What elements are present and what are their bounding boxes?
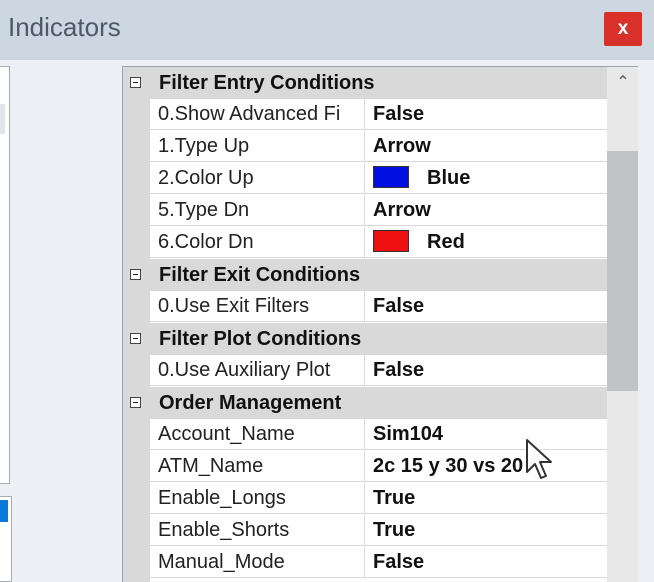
property-name: Enable_Longs — [150, 483, 365, 514]
property-grid: Filter Entry Conditions 0.Show Advanced … — [122, 66, 638, 582]
minus-box-icon[interactable] — [130, 333, 141, 344]
property-value[interactable]: Sim104 — [365, 419, 607, 450]
property-name: ATM_Name — [150, 451, 365, 482]
property-value[interactable]: False — [365, 291, 607, 322]
property-name: 0.Use Exit Filters — [150, 291, 365, 322]
property-value-text: 2c 15 y 30 vs 20 — [373, 455, 524, 477]
property-value-text: False — [373, 551, 425, 573]
property-value[interactable]: Red — [365, 227, 607, 258]
property-row[interactable]: 0.Use Auxiliary Plot False — [123, 355, 607, 387]
indicator-list-item[interactable] — [0, 104, 5, 134]
property-value[interactable]: 2c 15 y 30 vs 20 — [365, 451, 607, 482]
property-value-text: Arrow — [373, 135, 431, 157]
property-value[interactable]: False — [365, 355, 607, 386]
category-order-management[interactable]: Order Management — [123, 387, 607, 419]
property-value-text: False — [373, 103, 425, 125]
scrollbar-thumb[interactable] — [607, 151, 638, 391]
property-value[interactable]: True — [365, 483, 607, 514]
category-label: Order Management — [159, 392, 342, 414]
property-value-text: Blue — [427, 167, 471, 189]
applied-indicator-selected[interactable] — [0, 500, 8, 522]
category-filter-entry-conditions[interactable]: Filter Entry Conditions — [123, 67, 607, 99]
vertical-scrollbar[interactable]: ⌃ — [607, 67, 638, 582]
property-row[interactable]: 0.Show Advanced Fi False — [123, 99, 607, 131]
mouse-pointer-icon — [526, 439, 552, 479]
property-row[interactable]: 5.Type Dn Arrow — [123, 195, 607, 227]
property-name: 2.Color Up — [150, 163, 365, 194]
property-name: Enable_Shorts — [150, 515, 365, 546]
property-value-text: False — [373, 295, 425, 317]
property-name: 0.Show Advanced Fi — [150, 99, 365, 130]
window-title: Indicators — [8, 12, 121, 42]
title-bar: Indicators x — [0, 0, 654, 60]
property-value[interactable]: False — [365, 99, 607, 130]
close-icon: x — [617, 18, 629, 39]
property-value-text: Arrow — [373, 199, 431, 221]
property-value[interactable]: Arrow — [365, 131, 607, 162]
close-button[interactable]: x — [604, 12, 642, 46]
color-swatch — [373, 166, 409, 189]
property-value[interactable]: False — [365, 547, 607, 578]
property-value-text: Red — [427, 231, 465, 253]
category-label: Filter Entry Conditions — [159, 72, 375, 94]
property-row[interactable]: Enable_Longs True — [123, 483, 607, 515]
property-row[interactable]: 0.Use Exit Filters False — [123, 291, 607, 323]
chevron-up-icon[interactable]: ⌃ — [607, 67, 638, 99]
property-value-text: True — [373, 487, 416, 509]
color-swatch — [373, 230, 409, 253]
minus-box-icon[interactable] — [130, 397, 141, 408]
property-value-text: True — [373, 519, 416, 541]
category-label: Filter Plot Conditions — [159, 328, 362, 350]
property-value[interactable]: Blue — [365, 163, 607, 194]
category-filter-exit-conditions[interactable]: Filter Exit Conditions — [123, 259, 607, 291]
property-value-text: Sim104 — [373, 423, 444, 445]
property-row[interactable]: 2.Color Up Blue — [123, 163, 607, 195]
property-name: 5.Type Dn — [150, 195, 365, 226]
property-value[interactable]: Arrow — [365, 195, 607, 226]
category-filter-plot-conditions[interactable]: Filter Plot Conditions — [123, 323, 607, 355]
property-row[interactable]: Enable_Shorts True — [123, 515, 607, 547]
property-name: 6.Color Dn — [150, 227, 365, 258]
property-name: Manual_Mode — [150, 547, 365, 578]
property-name: 1.Type Up — [150, 131, 365, 162]
property-value[interactable]: True — [365, 515, 607, 546]
property-row[interactable]: Manual_Mode False — [123, 547, 607, 579]
property-row[interactable]: 6.Color Dn Red — [123, 227, 607, 259]
category-label: Filter Exit Conditions — [159, 264, 361, 286]
property-value-text: False — [373, 359, 425, 381]
property-name: Account_Name — [150, 419, 365, 450]
property-row[interactable]: 1.Type Up Arrow — [123, 131, 607, 163]
property-name: 0.Use Auxiliary Plot — [150, 355, 365, 386]
minus-box-icon[interactable] — [130, 77, 141, 88]
minus-box-icon[interactable] — [130, 269, 141, 280]
